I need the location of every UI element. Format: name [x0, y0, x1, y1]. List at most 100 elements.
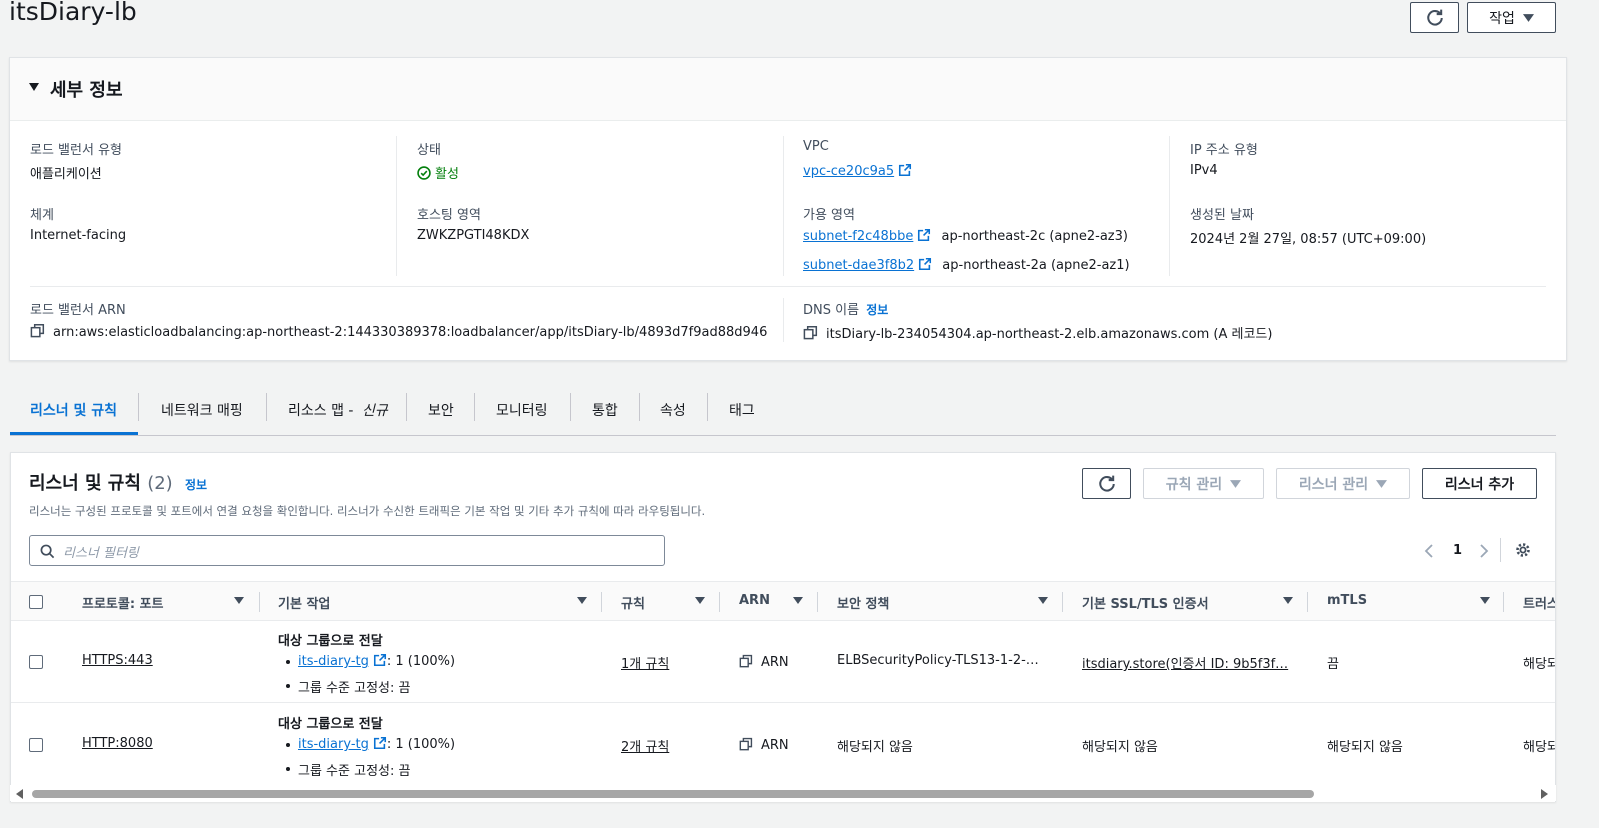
target-group-link[interactable]: its-diary-tg — [298, 737, 369, 752]
tab-listeners[interactable]: 리스너 및 규칙 — [30, 385, 117, 435]
bullet — [286, 684, 290, 688]
manage-listener-button[interactable]: 리스너 관리 — [1276, 468, 1410, 499]
page-number[interactable]: 1 — [1453, 543, 1462, 558]
scrollbar-thumb[interactable] — [32, 790, 1314, 798]
action-title: 대상 그룹으로 전달 — [278, 717, 383, 732]
details-header[interactable]: 세부 정보 — [10, 58, 1566, 121]
rules-link[interactable]: 1개 규칙 — [621, 653, 669, 672]
sort-icon[interactable] — [577, 597, 587, 604]
created-label: 생성된 날짜 — [1190, 208, 1254, 223]
scroll-left-icon[interactable] — [16, 789, 24, 799]
refresh-button[interactable] — [1410, 2, 1459, 33]
table-row[interactable]: HTTPS:443 대상 그룹으로 전달 its-diary-tg: 1 (10… — [11, 621, 1556, 703]
sort-icon[interactable] — [1480, 597, 1490, 604]
vpc-value: vpc-ce20c9a5 — [803, 163, 912, 179]
column-header[interactable]: 프로토콜: 포트 — [82, 593, 164, 612]
refresh-icon — [1426, 9, 1443, 26]
manage-listener-label: 리스너 관리 — [1298, 476, 1369, 493]
tab-monitoring[interactable]: 모니터링 — [496, 385, 548, 435]
column-header[interactable]: 보안 정책 — [837, 593, 889, 612]
column-header[interactable]: 규칙 — [621, 593, 645, 612]
protocol-port-link[interactable]: HTTP:8080 — [82, 736, 153, 751]
actions-dropdown[interactable]: 작업 — [1467, 2, 1556, 33]
column-header[interactable]: 트러스 — [1523, 593, 1555, 612]
caret-down-icon — [1522, 13, 1534, 22]
new-badge: 신규 — [361, 403, 388, 419]
details-panel: 세부 정보 로드 밸런서 유형 애플리케이션 상태 활성 VPC vpc-ce2… — [9, 57, 1567, 361]
arn-text: arn:aws:elasticloadbalancing:ap-northeas… — [53, 325, 768, 340]
rules-link[interactable]: 2개 규칙 — [621, 736, 669, 755]
lb-type-value: 애플리케이션 — [30, 167, 102, 182]
manage-rules-label: 규칙 관리 — [1165, 476, 1223, 493]
dns-info-link[interactable]: 정보 — [866, 303, 888, 317]
caret-down-icon — [29, 83, 39, 91]
arn-value: arn:aws:elasticloadbalancing:ap-northeas… — [30, 323, 767, 340]
sort-icon[interactable] — [1038, 597, 1048, 604]
listeners-count: (2) — [147, 473, 173, 494]
certificate-link[interactable]: itsdiary.store(인증서 ID: 9b5f3f… — [1082, 653, 1292, 672]
external-link-icon — [918, 228, 931, 242]
copy-icon — [739, 654, 753, 668]
details-title: 세부 정보 — [50, 80, 123, 101]
tab-network-mapping[interactable]: 네트워크 매핑 — [161, 385, 243, 435]
copy-icon — [739, 737, 753, 751]
listeners-info-link[interactable]: 정보 — [185, 478, 207, 492]
tab-attributes[interactable]: 속성 — [660, 385, 686, 435]
chevron-right-icon[interactable] — [1478, 544, 1490, 558]
arn-copy[interactable]: ARN — [739, 737, 789, 753]
arn-text: ARN — [761, 738, 789, 753]
listeners-title-text: 리스너 및 규칙 — [29, 473, 141, 494]
sort-icon[interactable] — [793, 597, 803, 604]
select-all-checkbox[interactable] — [29, 595, 43, 609]
lb-type-label: 로드 밸런서 유형 — [30, 143, 122, 158]
vpc-label: VPC — [803, 139, 829, 154]
scheme-label: 체계 — [30, 208, 54, 223]
listener-filter-input[interactable]: 리스너 필터링 — [29, 535, 665, 566]
tab-security[interactable]: 보안 — [428, 385, 454, 435]
external-link-icon — [899, 163, 912, 177]
column-header[interactable]: 기본 SSL/TLS 인증서 — [1082, 593, 1209, 612]
action-title: 대상 그룹으로 전달 — [278, 634, 383, 649]
security-policy: 해당되지 않음 — [837, 740, 913, 755]
search-icon — [40, 544, 55, 559]
manage-rules-button[interactable]: 규칙 관리 — [1143, 468, 1264, 499]
scheme-value: Internet-facing — [30, 228, 127, 243]
add-listener-button[interactable]: 리스너 추가 — [1422, 468, 1537, 499]
tab-tags[interactable]: 태그 — [729, 385, 755, 435]
external-link-icon — [373, 736, 386, 750]
external-link-icon — [373, 653, 386, 667]
subnet-link[interactable]: subnet-f2c48bbe — [803, 229, 913, 244]
horizontal-scrollbar[interactable] — [10, 785, 1556, 801]
scroll-right-icon[interactable] — [1540, 789, 1548, 799]
row-checkbox[interactable] — [29, 738, 43, 752]
mtls-value: 해당되지 않음 — [1327, 740, 1403, 755]
column-header[interactable]: 기본 작업 — [278, 593, 330, 612]
vpc-link[interactable]: vpc-ce20c9a5 — [803, 164, 894, 179]
copy-icon[interactable] — [30, 323, 45, 338]
sort-icon[interactable] — [234, 597, 244, 604]
tab-integration[interactable]: 통합 — [592, 385, 618, 435]
tab-resource-map[interactable]: 리소스 맵 - 신규 — [288, 385, 388, 435]
listeners-refresh-button[interactable] — [1082, 468, 1131, 499]
arn-copy[interactable]: ARN — [739, 654, 789, 670]
protocol-port-link[interactable]: HTTPS:443 — [82, 653, 153, 668]
gear-icon[interactable] — [1515, 542, 1531, 558]
subnet-zone: ap-northeast-2c (apne2-az3) — [941, 229, 1128, 244]
column-header[interactable]: ARN — [739, 593, 770, 608]
certificate-value: 해당되지 않음 — [1082, 740, 1158, 755]
sort-icon[interactable] — [695, 597, 705, 604]
subnet-link[interactable]: subnet-dae3f8b2 — [803, 258, 914, 273]
az-label: 가용 영역 — [803, 208, 855, 223]
sort-icon[interactable] — [1283, 597, 1293, 604]
row-checkbox[interactable] — [29, 655, 43, 669]
dns-label-text: DNS 이름 — [803, 303, 860, 318]
caret-down-icon — [1376, 479, 1388, 488]
column-header[interactable]: mTLS — [1327, 593, 1367, 608]
listeners-title: 리스너 및 규칙 (2) 정보 — [29, 469, 207, 495]
table-row[interactable]: HTTP:8080 대상 그룹으로 전달 its-diary-tg: 1 (10… — [11, 704, 1555, 786]
check-circle-icon — [417, 166, 431, 180]
copy-icon[interactable] — [803, 325, 818, 340]
trust-value: 해당되 — [1523, 657, 1556, 672]
target-group-link[interactable]: its-diary-tg — [298, 654, 369, 669]
chevron-left-icon[interactable] — [1423, 544, 1435, 558]
